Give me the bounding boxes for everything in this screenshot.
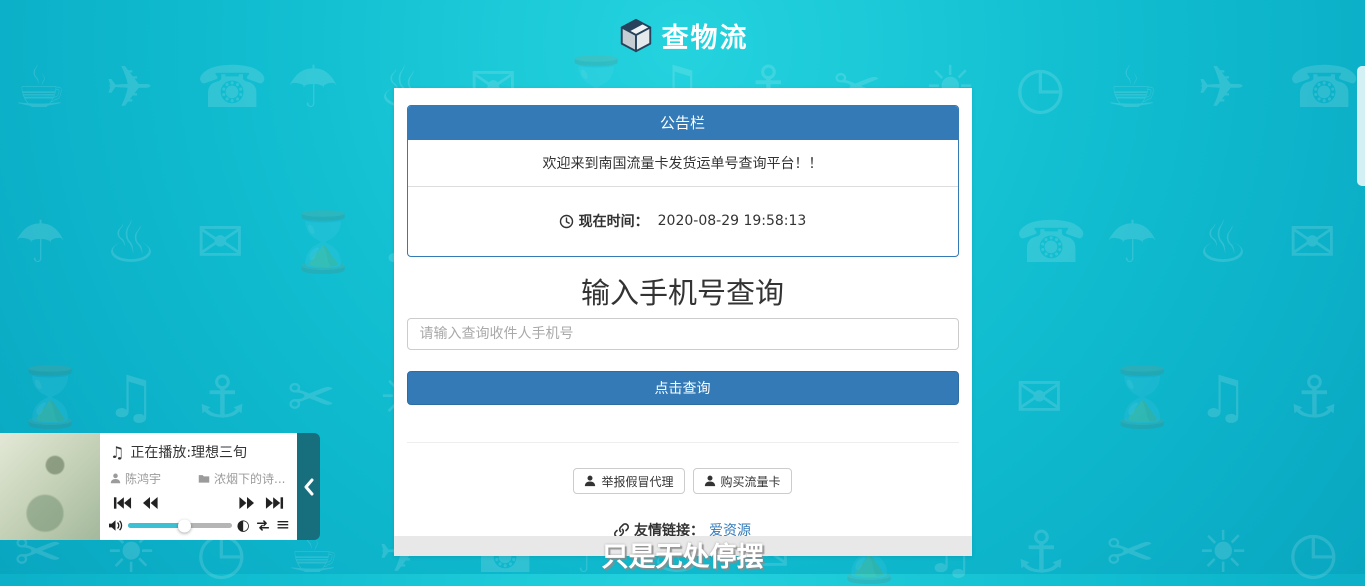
report-fake-agent-label: 举报假冒代理 [601,473,673,490]
pattern-glyph: ⚓ [1288,368,1340,426]
artist-name: 陈鸿宇 [125,470,161,487]
announcement-time-row: 现在时间： 2020-08-29 19:58:13 [408,187,958,256]
volume-progress-row: ◐ ≡ [108,517,290,534]
pattern-glyph: ◷ [1015,58,1066,116]
announcement-welcome: 欢迎来到南国流量卡发货运单号查询平台！！ [408,140,958,187]
rewind-button[interactable] [142,496,158,510]
user-icon [584,475,596,487]
query-card: 公告栏 欢迎来到南国流量卡发货运单号查询平台！！ 现在时间： 2020-08-2… [394,88,972,556]
phone-input[interactable] [407,318,959,350]
music-note-icon: ♫ [110,443,124,462]
divider [407,442,959,443]
pattern-glyph: ☕ [1106,58,1158,116]
now-playing-row: ♫ 正在播放:理想三旬 [110,442,287,462]
pattern-glyph: ⌛ [14,368,86,426]
pattern-glyph: ☂ [1106,213,1158,271]
transport-controls [110,496,287,510]
skip-next-button[interactable] [265,496,284,510]
pattern-glyph: ✂ [287,368,336,426]
buy-data-card-button[interactable]: 购买流量卡 [693,468,792,494]
folder-icon [198,473,210,484]
report-fake-agent-button[interactable]: 举报假冒代理 [573,468,684,494]
artist-icon [110,473,121,484]
site-title: 查物流 [662,16,749,55]
player-progress-track[interactable] [128,523,232,528]
pattern-glyph: ✉ [1015,368,1064,426]
time-value: 2020-08-29 19:58:13 [658,213,807,229]
site-logo: 查物流 [0,16,1365,55]
announcement-header: 公告栏 [408,106,958,140]
player-progress-knob[interactable] [178,519,191,532]
skip-previous-button[interactable] [113,496,132,510]
query-title: 输入手机号查询 [394,277,972,309]
player-collapse-tab[interactable] [297,433,320,540]
playlist-menu-icon[interactable]: ≡ [276,517,290,534]
pattern-glyph: ☂ [287,58,339,116]
pattern-glyph: ♫ [1197,368,1249,426]
pattern-glyph: ♫ [105,368,157,426]
pattern-glyph: ⚓ [1015,523,1067,581]
pattern-glyph: ☕ [14,58,66,116]
action-buttons-row: 举报假冒代理 购买流量卡 [394,468,972,494]
player-info-panel: ♫ 正在播放:理想三旬 陈鸿宇 浓烟下的诗... [100,433,297,540]
pattern-glyph: ⌛ [287,213,359,271]
buy-data-card-label: 购买流量卡 [721,473,781,490]
chevron-left-icon [303,478,315,496]
player-progress-fill [128,523,185,528]
music-player: ♫ 正在播放:理想三旬 陈鸿宇 浓烟下的诗... [0,433,320,540]
box-logo-icon [617,17,655,55]
pattern-glyph: ☎ [1288,58,1360,116]
pattern-glyph: ✉ [196,213,245,271]
pattern-glyph: ♨ [1197,213,1249,271]
album-name: 浓烟下的诗... [214,470,285,487]
fast-forward-button[interactable] [239,496,255,510]
volume-icon[interactable] [108,519,123,532]
pattern-glyph: ✈ [1197,58,1246,116]
pattern-glyph: ☀ [1197,523,1249,581]
time-label: 现在时间： [579,211,649,231]
pattern-glyph: ✂ [1106,523,1155,581]
pattern-glyph: ☎ [196,58,268,116]
clock-icon [559,214,574,229]
pattern-glyph: ✉ [1288,213,1337,271]
announcement-panel: 公告栏 欢迎来到南国流量卡发货运单号查询平台！！ 现在时间： 2020-08-2… [407,105,959,257]
query-submit-button[interactable]: 点击查询 [407,371,959,405]
album-art [0,433,100,540]
lyric-overlay: 只是无处停摆 [602,535,764,574]
right-edge-widget[interactable] [1357,66,1365,186]
pattern-glyph: ⌛ [1106,368,1178,426]
track-meta-row: 陈鸿宇 浓烟下的诗... [110,470,287,487]
pattern-glyph: ✈ [105,58,154,116]
user-icon [704,475,716,487]
pattern-glyph: ☎ [1015,213,1087,271]
pattern-glyph: ◷ [1288,523,1339,581]
pattern-glyph: ☂ [14,213,66,271]
theme-toggle-icon[interactable]: ◐ [237,518,250,533]
pattern-glyph: ⚓ [196,368,248,426]
loop-icon[interactable] [255,519,271,532]
pattern-glyph: ♨ [105,213,157,271]
now-playing-text: 正在播放:理想三旬 [130,442,247,462]
